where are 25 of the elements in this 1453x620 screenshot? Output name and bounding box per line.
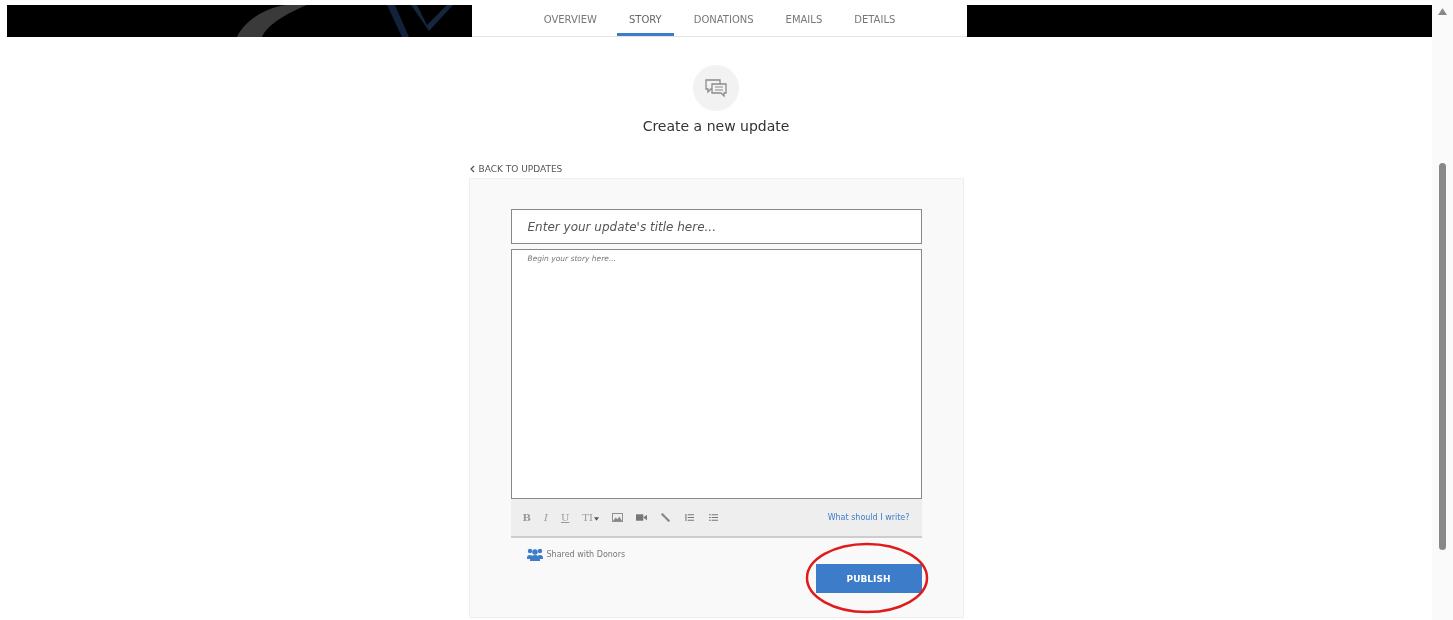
tab[interactable]: DETAILS <box>842 5 908 36</box>
page-heading: Create a new update <box>642 118 790 134</box>
text-size-button[interactable]: TI <box>582 512 599 523</box>
italic-button[interactable]: I <box>543 512 548 523</box>
underline-button[interactable]: U <box>560 512 570 523</box>
chevron-left-icon <box>468 165 475 173</box>
scrollbar-thumb[interactable] <box>1439 163 1446 550</box>
sharing-label: Shared with Donors <box>546 550 626 559</box>
caret-icon <box>593 516 599 521</box>
numbered-list-icon[interactable] <box>683 513 695 522</box>
tab[interactable]: OVERVIEW <box>531 5 609 36</box>
bullet-list-icon[interactable] <box>707 513 719 522</box>
chat-bubbles-icon <box>693 65 739 111</box>
bold-button[interactable]: B <box>522 512 531 523</box>
image-icon[interactable] <box>611 513 623 522</box>
publish-button[interactable]: PUBLISH <box>815 564 922 593</box>
title-field[interactable]: Enter your update's title here... <box>510 209 922 244</box>
scroll-up-arrow-icon[interactable] <box>1438 8 1447 15</box>
people-icon <box>526 548 543 561</box>
back-link[interactable]: BACK TO UPDATES <box>468 164 563 174</box>
tab[interactable]: DONATIONS <box>681 5 766 36</box>
tab[interactable]: STORY <box>616 5 674 36</box>
video-camera-icon[interactable] <box>635 513 647 522</box>
help-link[interactable]: What should I write? <box>827 513 910 522</box>
tab[interactable]: EMAILS <box>773 5 835 36</box>
